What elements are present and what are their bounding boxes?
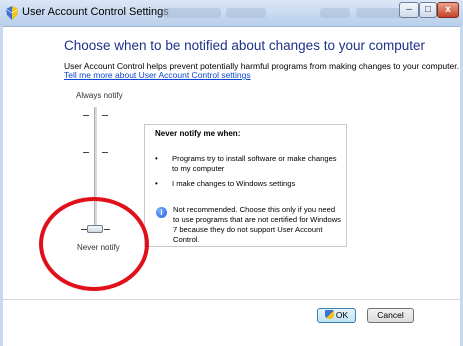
slider-tick <box>102 115 108 116</box>
window-title: User Account Control Settings <box>22 6 169 18</box>
window-left-border <box>0 26 3 346</box>
cancel-button[interactable]: Cancel <box>367 308 414 323</box>
title-blur <box>356 8 401 18</box>
title-bar[interactable]: User Account Control Settings – □ x <box>0 0 463 27</box>
level-description-panel: Never notify me when: • Programs try to … <box>144 124 347 247</box>
red-annotation-circle <box>39 197 149 291</box>
ok-label: OK <box>335 310 349 320</box>
slider-top-label: Always notify <box>76 91 123 100</box>
slider-tick <box>83 115 89 116</box>
close-button[interactable]: x <box>437 2 459 18</box>
slider-tick <box>102 152 108 153</box>
bullet-dot: • <box>155 154 158 163</box>
minimize-button[interactable]: – <box>399 2 419 18</box>
footer-separator <box>3 299 460 300</box>
uac-shield-icon <box>5 6 19 20</box>
warning-text: Not recommended. Choose this only if you… <box>173 205 341 244</box>
title-blur <box>226 8 266 18</box>
page-heading: Choose when to be notified about changes… <box>64 38 425 53</box>
bullet-dot: • <box>155 179 158 188</box>
title-blur <box>320 8 350 18</box>
info-bullet: Programs try to install software or make… <box>172 154 337 173</box>
info-icon: i <box>156 207 167 218</box>
learn-more-link[interactable]: Tell me more about User Account Control … <box>64 70 251 80</box>
slider-tick <box>83 152 89 153</box>
shield-icon <box>324 310 334 319</box>
uac-settings-window: User Account Control Settings – □ x Choo… <box>0 0 463 346</box>
maximize-button[interactable]: □ <box>419 2 437 18</box>
info-bullet: I make changes to Windows settings <box>172 179 296 188</box>
ok-button[interactable]: OK <box>317 308 356 323</box>
title-blur <box>163 8 221 18</box>
info-title: Never notify me when: <box>155 129 241 138</box>
